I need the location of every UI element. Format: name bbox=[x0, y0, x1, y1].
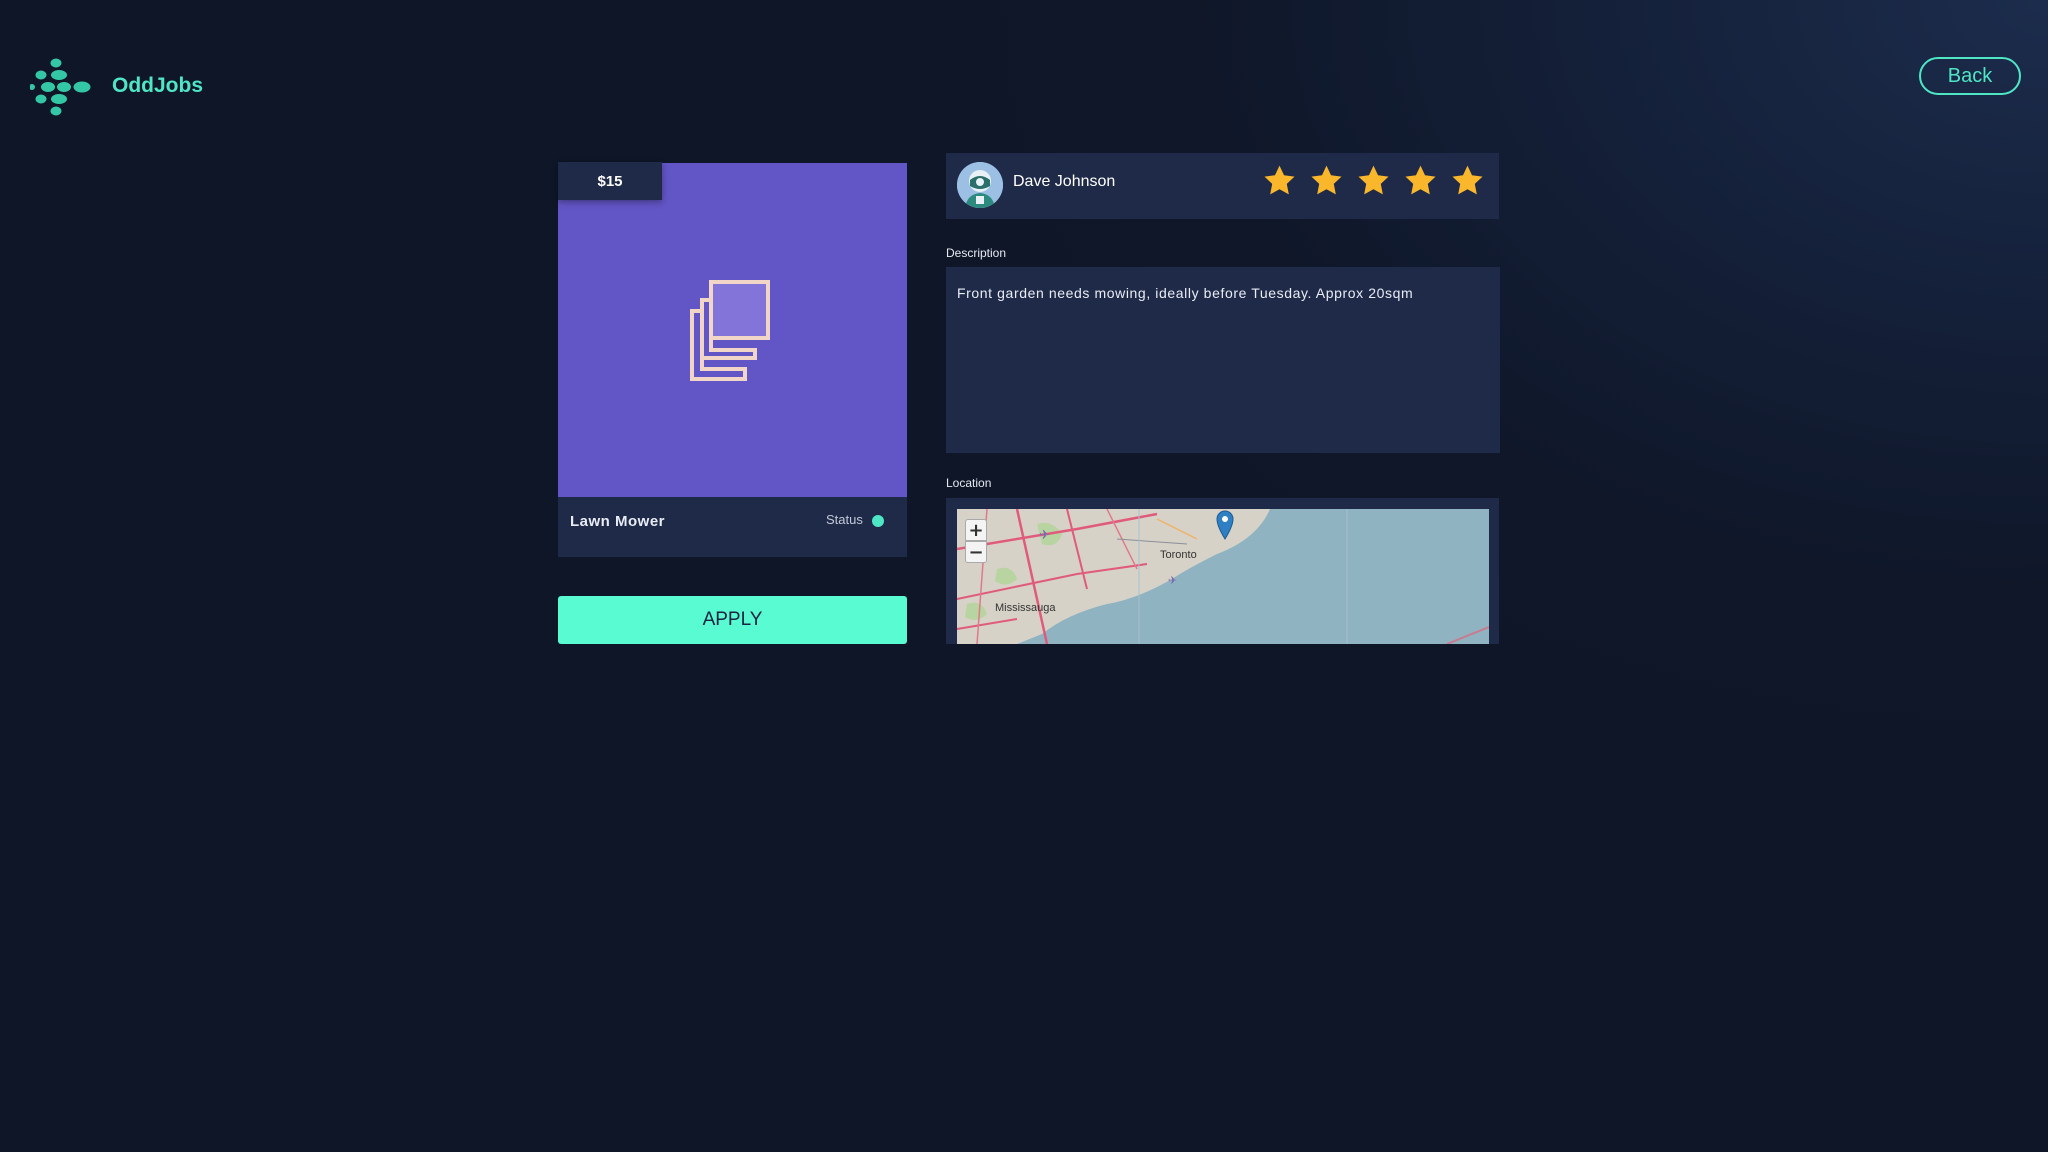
oddjobs-logo-icon bbox=[30, 58, 94, 116]
back-button[interactable]: Back bbox=[1919, 57, 2021, 95]
map-pin-icon[interactable] bbox=[1215, 509, 1235, 541]
map-label-mississauga: Mississauga bbox=[995, 602, 1056, 614]
job-title: Lawn Mower bbox=[570, 513, 666, 530]
apply-button[interactable]: APPLY bbox=[558, 596, 907, 644]
poster-name: Dave Johnson bbox=[1013, 173, 1116, 190]
star-icon bbox=[1452, 165, 1483, 195]
status-label: Status bbox=[826, 512, 863, 527]
status-indicator-dot bbox=[872, 515, 884, 527]
map-zoom-out-button[interactable]: − bbox=[965, 541, 987, 563]
avatar[interactable] bbox=[957, 162, 1003, 208]
job-card[interactable] bbox=[558, 163, 907, 557]
svg-text:✈: ✈ bbox=[1039, 528, 1050, 543]
description-text: Front garden needs mowing, ideally befor… bbox=[957, 285, 1414, 301]
svg-text:✈: ✈ bbox=[1168, 574, 1177, 587]
rating-stars bbox=[1262, 163, 1485, 198]
star-icon bbox=[1311, 165, 1342, 195]
job-image bbox=[558, 163, 907, 497]
description-label: Description bbox=[946, 246, 1007, 260]
star-icon bbox=[1264, 165, 1295, 195]
map-zoom-in-button[interactable]: + bbox=[965, 519, 987, 541]
location-label: Location bbox=[946, 476, 992, 490]
location-map[interactable]: ✈ ✈ Toronto Mississauga + − bbox=[957, 509, 1489, 644]
image-gallery-icon bbox=[690, 280, 770, 381]
app-name: OddJobs bbox=[112, 74, 204, 97]
star-icon bbox=[1358, 165, 1389, 195]
star-icon bbox=[1405, 165, 1436, 195]
map-label-toronto: Toronto bbox=[1160, 549, 1197, 561]
price-tag: $15 bbox=[558, 162, 662, 200]
